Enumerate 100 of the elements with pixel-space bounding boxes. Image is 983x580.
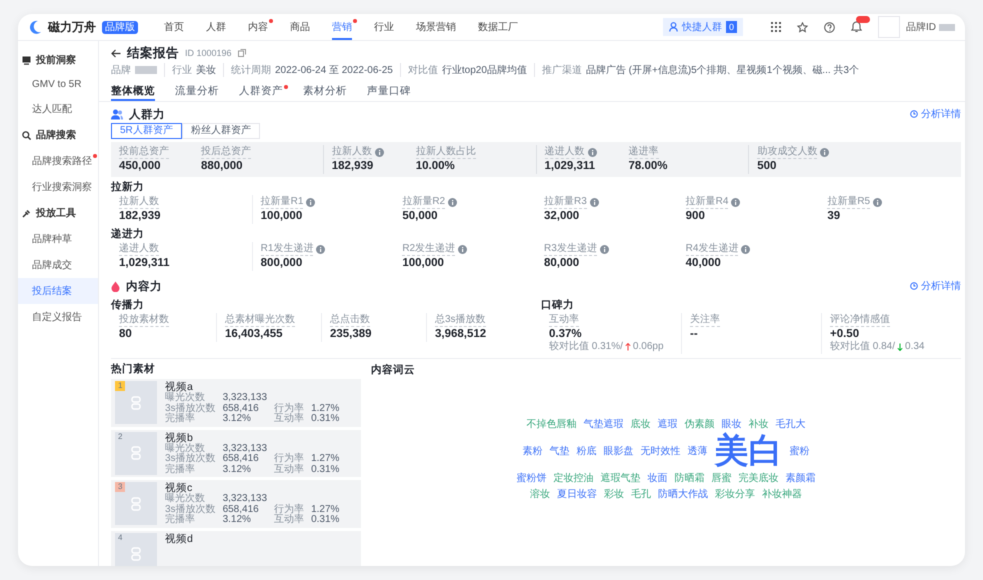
analysis-details-link[interactable]: 分析详情 — [910, 107, 961, 121]
metric-label: 完播率 — [165, 464, 196, 475]
nav-item[interactable]: 内容 — [248, 14, 268, 40]
cloud-word: 定妆控油 — [554, 472, 594, 485]
cloud-word: 溶妆 — [530, 488, 550, 501]
nav-item[interactable]: 商品 — [290, 14, 310, 40]
section-title: 内容力 — [126, 279, 162, 294]
cloud-word: 粉底 — [576, 444, 596, 458]
segment-tab[interactable]: 粉丝人群资产 — [182, 123, 260, 139]
stat-value: 0.37% — [549, 327, 583, 340]
metric-label: 3s播放次数 — [165, 454, 216, 464]
metric-value: 0.31% — [311, 515, 340, 526]
sidebar-group-title: 投放工具 — [36, 206, 76, 220]
sidebar-item[interactable]: 品牌成交 — [18, 252, 98, 278]
sidebar-item[interactable]: 品牌搜索路径 — [18, 148, 98, 174]
film-icon — [131, 496, 141, 510]
metric-value: 1.27% — [311, 504, 340, 515]
people-icon — [111, 108, 123, 120]
bell-icon[interactable] — [851, 21, 862, 33]
tab[interactable]: 声量口碑 — [367, 80, 411, 101]
stat-value: +0.50 — [830, 327, 860, 340]
meta-label: 品牌 — [111, 64, 131, 77]
sidebar-item[interactable]: 投后结案 — [18, 278, 98, 304]
nav-item[interactable]: 首页 — [164, 14, 184, 40]
metric-value: 0.31% — [311, 414, 340, 424]
nav-item[interactable]: 场景营销 — [416, 14, 456, 40]
nav-item[interactable]: 营销 — [332, 14, 352, 40]
stat-value: 800,000 — [260, 256, 304, 270]
edition-badge: 品牌版 — [102, 20, 138, 34]
nav-item[interactable]: 数据工厂 — [478, 14, 518, 40]
stat-label: 投前总资产 — [119, 146, 169, 159]
nav-item[interactable]: 行业 — [374, 14, 394, 40]
stat-value: 500 — [757, 159, 778, 173]
account-name: 品牌ID — [906, 21, 936, 34]
meta-label: 统计周期 — [231, 64, 271, 77]
analysis-details-link[interactable]: 分析详情 — [910, 279, 961, 293]
sidebar-item[interactable]: GMV to 5R — [18, 73, 98, 96]
stat-label: 拉新人数 — [332, 146, 372, 159]
report-id: ID 1000196 — [185, 48, 232, 58]
clock-icon — [910, 282, 918, 290]
app-logo-text: 磁力万舟 — [48, 18, 96, 36]
star-icon[interactable] — [797, 22, 808, 32]
stat-value: 80 — [119, 327, 133, 341]
cloud-word: 素颜霜 — [786, 472, 816, 485]
page-title: 结案报告 — [127, 44, 179, 62]
stat-value: 39 — [827, 209, 842, 223]
stat-value: 100,000 — [260, 209, 304, 223]
rank-badge: 1 — [115, 381, 126, 391]
meta-value: 2022-06-24 至 2022-06-25 — [275, 64, 393, 77]
sidebar-item[interactable]: 自定义报告 — [18, 304, 98, 330]
quick-crowd-button[interactable]: 快捷人群 0 — [662, 18, 743, 36]
section-title: 内容词云 — [371, 363, 416, 377]
stat-label: 递进人数 — [544, 146, 584, 159]
cloud-word: 防晒大作战 — [658, 488, 708, 501]
stat-value: -- — [690, 327, 699, 341]
tab[interactable]: 素材分析 — [303, 80, 347, 101]
help-icon[interactable] — [824, 22, 835, 32]
group-title: 拉新力 — [111, 181, 145, 194]
wrench-icon — [22, 208, 31, 218]
stat-label: 评论净情感值 — [830, 314, 890, 327]
back-arrow-icon[interactable] — [111, 48, 121, 58]
sidebar-item[interactable]: 品牌种草 — [18, 226, 98, 252]
delta-text: 0.34 — [905, 341, 924, 353]
segment-tab[interactable]: 5R人群资产 — [111, 123, 182, 139]
material-card[interactable]: 4 视频d — [111, 530, 361, 566]
tab[interactable]: 人群资产 — [239, 80, 283, 101]
nav-item[interactable]: 人群 — [206, 14, 226, 40]
metric-label: 曝光次数 — [165, 444, 205, 454]
metric-value: 1.27% — [311, 404, 340, 414]
metric-label: 互动率 — [274, 464, 304, 475]
compare-text: 较对比值 0.31%/ — [549, 341, 623, 353]
metric-label: 曝光次数 — [165, 494, 206, 504]
redacted-block — [135, 66, 157, 74]
metric-label: 3s播放次数 — [165, 404, 216, 414]
sidebar-group-title: 品牌搜索 — [36, 128, 76, 142]
cloud-word: 眼妆 — [722, 418, 742, 431]
cloud-word: 彩妆分享 — [715, 488, 755, 501]
tab[interactable]: 整体概览 — [111, 80, 155, 101]
grid-icon[interactable] — [771, 22, 781, 32]
material-card[interactable]: 1 视频a 曝光次数 3,323,133 3s播放次数 658,416 行为率 1.27% 完播率 3.12% 互动率 0.31% — [111, 379, 361, 426]
cloud-word: 妆面 — [648, 472, 668, 485]
metric-value: 3,323,133 — [222, 444, 268, 454]
material-card[interactable]: 3 视频c 曝光次数 3,323,133 3s播放次数 658,416 行为率 1.27% 完播率 3.12% 互动率 0.31% — [111, 480, 361, 528]
copy-icon[interactable] — [238, 49, 246, 57]
stat-value: 900 — [686, 209, 706, 223]
section-title: 人群力 — [129, 107, 165, 122]
stat-label: R4发生递进 — [686, 243, 738, 256]
sidebar-item[interactable]: 达人匹配 — [18, 96, 98, 122]
tab[interactable]: 流量分析 — [175, 80, 219, 101]
stat-label: 投放素材数 — [119, 314, 169, 327]
meta-value: 品牌广告 (开屏+信息流)5个排期、星视频1个视频、磁... 共3个 — [586, 64, 859, 77]
stat-label: 投后总资产 — [201, 146, 251, 159]
logo-icon — [28, 20, 42, 34]
material-card[interactable]: 2 视频b 曝光次数 3,323,133 3s播放次数 658,416 行为率 1.27% 完播率 3.12% 互动率 0.31% — [111, 430, 361, 477]
sidebar-item[interactable]: 行业搜索洞察 — [18, 174, 98, 200]
stat-label: 关注率 — [690, 314, 720, 327]
stat-value: 40,000 — [686, 256, 722, 270]
metric-value: 3,323,133 — [222, 393, 268, 404]
rank-badge: 4 — [115, 532, 126, 542]
metric-label: 曝光次数 — [165, 393, 206, 403]
